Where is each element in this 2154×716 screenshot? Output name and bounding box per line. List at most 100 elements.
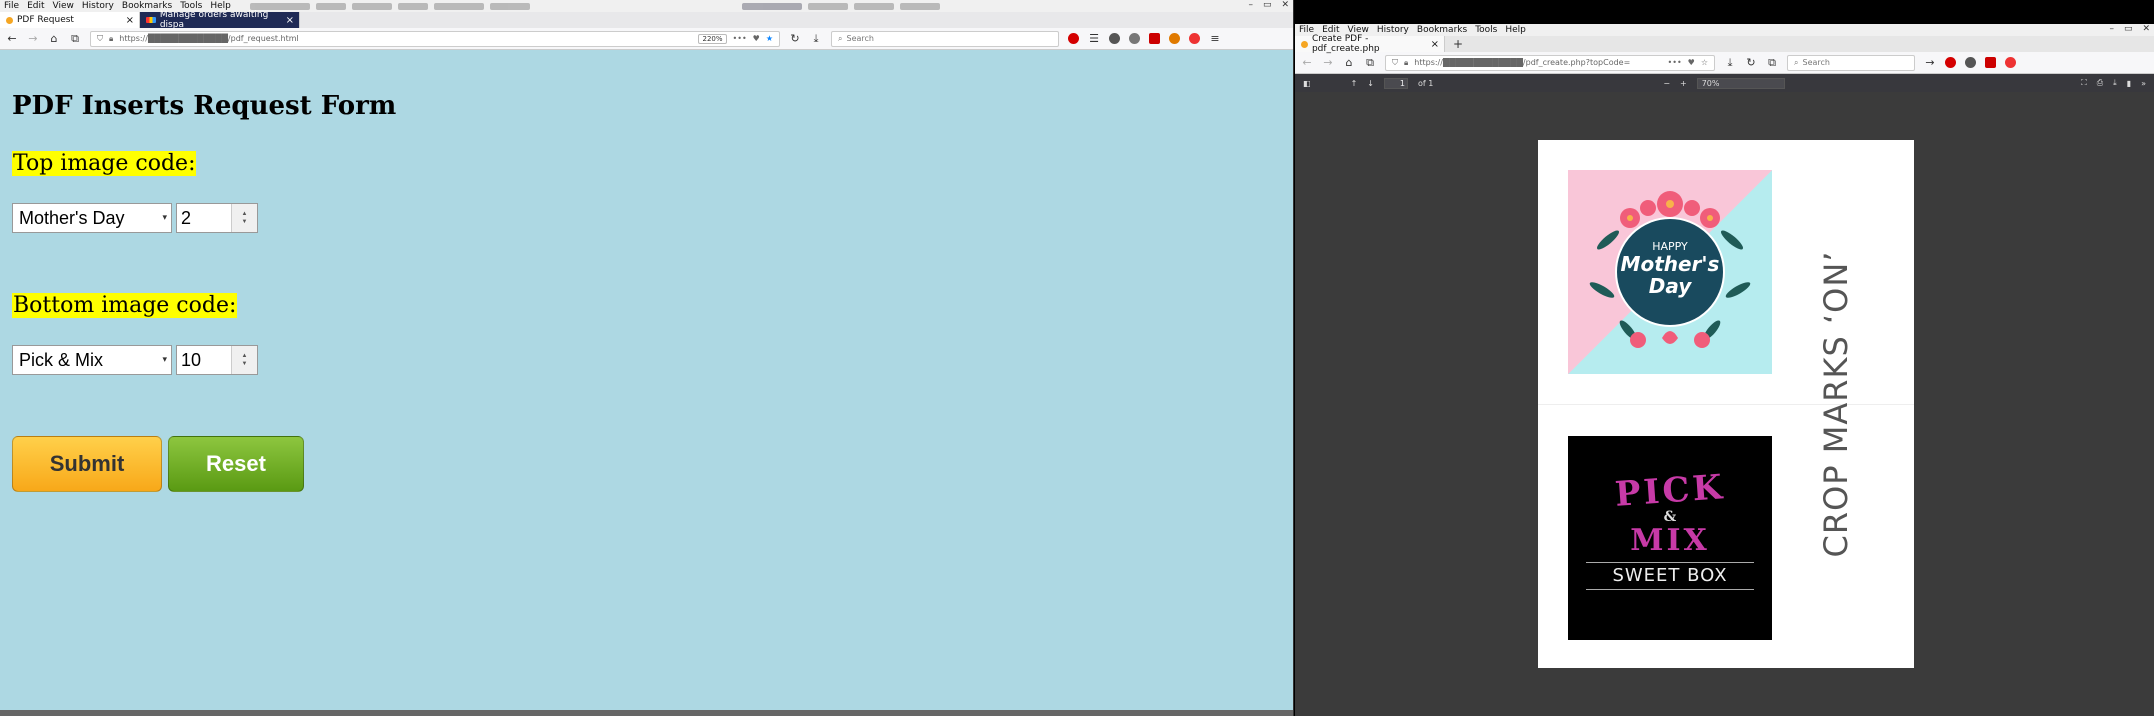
tab-label: Manage orders awaiting dispa [159,10,269,30]
search-placeholder: Search [846,34,874,43]
print-icon[interactable]: ⎙ [2097,78,2103,88]
pocket-icon[interactable]: ♥ [1688,58,1695,67]
reload-icon[interactable]: ↻ [1745,56,1757,69]
prev-page-icon[interactable]: ↑ [1351,79,1358,88]
search-icon: ⌕ [838,33,843,43]
maximize-icon[interactable]: ▭ [2124,24,2133,34]
tools-icon[interactable]: » [2141,79,2146,88]
minimize-icon[interactable]: – [1248,0,1253,10]
back-icon[interactable]: ← [1301,56,1313,69]
chevron-down-icon: ▾ [162,354,167,364]
save-icon[interactable]: ⤓ [2113,78,2117,88]
menu-edit[interactable]: Edit [27,1,44,11]
spinner-buttons[interactable]: ▲ ▼ [231,204,257,232]
bookmark-icon[interactable]: ▮ [2127,79,2131,88]
tab-label: Create PDF - pdf_create.php [1311,34,1380,54]
shield-icon: ⛉ [1392,57,1398,67]
new-badge-icon[interactable] [1149,33,1160,44]
new-tab-button[interactable]: + [1445,36,1471,52]
go-arrow-icon[interactable]: → [1924,56,1936,69]
bottom-quantity-input[interactable]: 10 ▲ ▼ [176,345,258,375]
menu-history[interactable]: History [82,1,114,11]
menu-view[interactable]: View [53,1,74,11]
back-icon[interactable]: ← [6,32,18,45]
desktop-background [1295,0,2154,24]
forward-icon[interactable]: → [1322,56,1334,69]
pdf-viewer: HAPPY Mother's Day PICK & MIX SWEET BOX … [1295,94,2154,716]
close-icon[interactable]: ✕ [2142,24,2150,34]
search-box[interactable]: ⌕ Search [1787,54,1915,71]
select-value: Pick & Mix [19,350,104,370]
new-badge-icon[interactable] [1985,57,1996,68]
pocket-icon[interactable]: ♥ [753,34,760,43]
download-icon[interactable]: ⤓ [1724,56,1736,70]
address-bar[interactable]: ⛉ 🔒︎ https://█████████████/pdf_request.h… [90,30,780,47]
address-bar[interactable]: ⛉ 🔒︎ https://█████████████/pdf_create.ph… [1385,54,1715,71]
library-icon[interactable]: ⧉ [1766,56,1778,70]
menu-tools[interactable]: Tools [1475,25,1497,35]
presentation-icon[interactable]: ⛶ [2081,78,2087,88]
search-box[interactable]: ⌕ Search [831,30,1059,47]
more-icon[interactable]: ••• [733,34,747,43]
ublock-icon[interactable] [1945,57,1956,68]
tab-create-pdf[interactable]: Create PDF - pdf_create.php × [1295,34,1445,54]
extension-icon[interactable] [2005,57,2016,68]
top-quantity-input[interactable]: 2 ▲ ▼ [176,203,258,233]
minimize-icon[interactable]: – [2109,24,2114,34]
top-image-label: Top image code: [12,151,197,176]
reset-button[interactable]: Reset [168,436,304,492]
tab-close-icon[interactable]: × [1431,39,1439,50]
card-text-sweet-box: SWEET BOX [1586,562,1754,590]
tab-manage-orders[interactable]: Manage orders awaiting dispa × [140,10,300,30]
page-divider [1538,404,1914,405]
sync-icon[interactable]: ⧉ [1364,56,1376,70]
shield-icon: ⛉ [97,33,103,43]
menu-help[interactable]: Help [1505,25,1526,35]
zoom-select[interactable]: 70% [1696,77,1785,89]
home-icon[interactable]: ⌂ [1343,56,1355,69]
extension-icon[interactable] [1169,33,1180,44]
tab-close-icon[interactable]: × [286,15,294,26]
chevron-down-icon: ▾ [162,212,167,222]
download-icon[interactable]: ⤓ [810,32,822,46]
bookmark-star-icon[interactable]: ☆ [1701,58,1708,67]
extension-icon[interactable] [1189,33,1200,44]
ublock-icon[interactable] [1068,33,1079,44]
zoom-indicator[interactable]: 220% [698,33,727,44]
forward-icon[interactable]: → [27,32,39,45]
extension-icon[interactable] [1965,57,1976,68]
menu-file[interactable]: File [4,1,19,11]
pdf-page: HAPPY Mother's Day PICK & MIX SWEET BOX … [1538,140,1914,668]
tab-favicon-icon [6,16,13,24]
tab-pdf-request[interactable]: PDF Request × [0,12,140,28]
extension-icon[interactable] [1109,33,1120,44]
tab-bar: Create PDF - pdf_create.php × + [1295,34,2154,54]
menu-hamburger-icon[interactable]: ≡ [1209,32,1221,45]
spinner-buttons[interactable]: ▲ ▼ [231,346,257,374]
mothers-day-image: HAPPY Mother's Day [1568,170,1772,374]
submit-button[interactable]: Submit [12,436,162,492]
input-value: 2 [181,208,192,228]
sync-icon[interactable]: ⧉ [69,32,81,46]
maximize-icon[interactable]: ▭ [1263,0,1272,10]
close-icon[interactable]: ✕ [1281,0,1289,10]
window-controls: – ▭ ✕ [1248,0,1289,10]
zoom-out-icon[interactable]: − [1663,79,1670,88]
tab-close-icon[interactable]: × [126,15,134,26]
top-image-select[interactable]: Mother's Day ▾ [12,203,172,233]
reader-icon[interactable]: ☰ [1088,32,1100,45]
url-text: https://█████████████/pdf_create.php?top… [1414,58,1631,67]
home-icon[interactable]: ⌂ [48,32,60,45]
page-number-input[interactable]: 1 [1383,77,1408,89]
reload-icon[interactable]: ↻ [789,32,801,45]
next-page-icon[interactable]: ↓ [1367,79,1374,88]
more-icon[interactable]: ••• [1668,58,1682,67]
page-title: PDF Inserts Request Form [12,91,397,121]
extension-icon[interactable] [1129,33,1140,44]
zoom-in-icon[interactable]: + [1680,79,1687,88]
sidebar-toggle-icon[interactable]: ◧ [1303,79,1311,88]
bookmark-star-icon[interactable]: ★ [766,34,773,43]
crop-marks-label: CROP MARKS ‘ON’ [1817,250,1855,558]
bottom-image-select[interactable]: Pick & Mix ▾ [12,345,172,375]
lock-icon: 🔒︎ [1404,57,1409,67]
